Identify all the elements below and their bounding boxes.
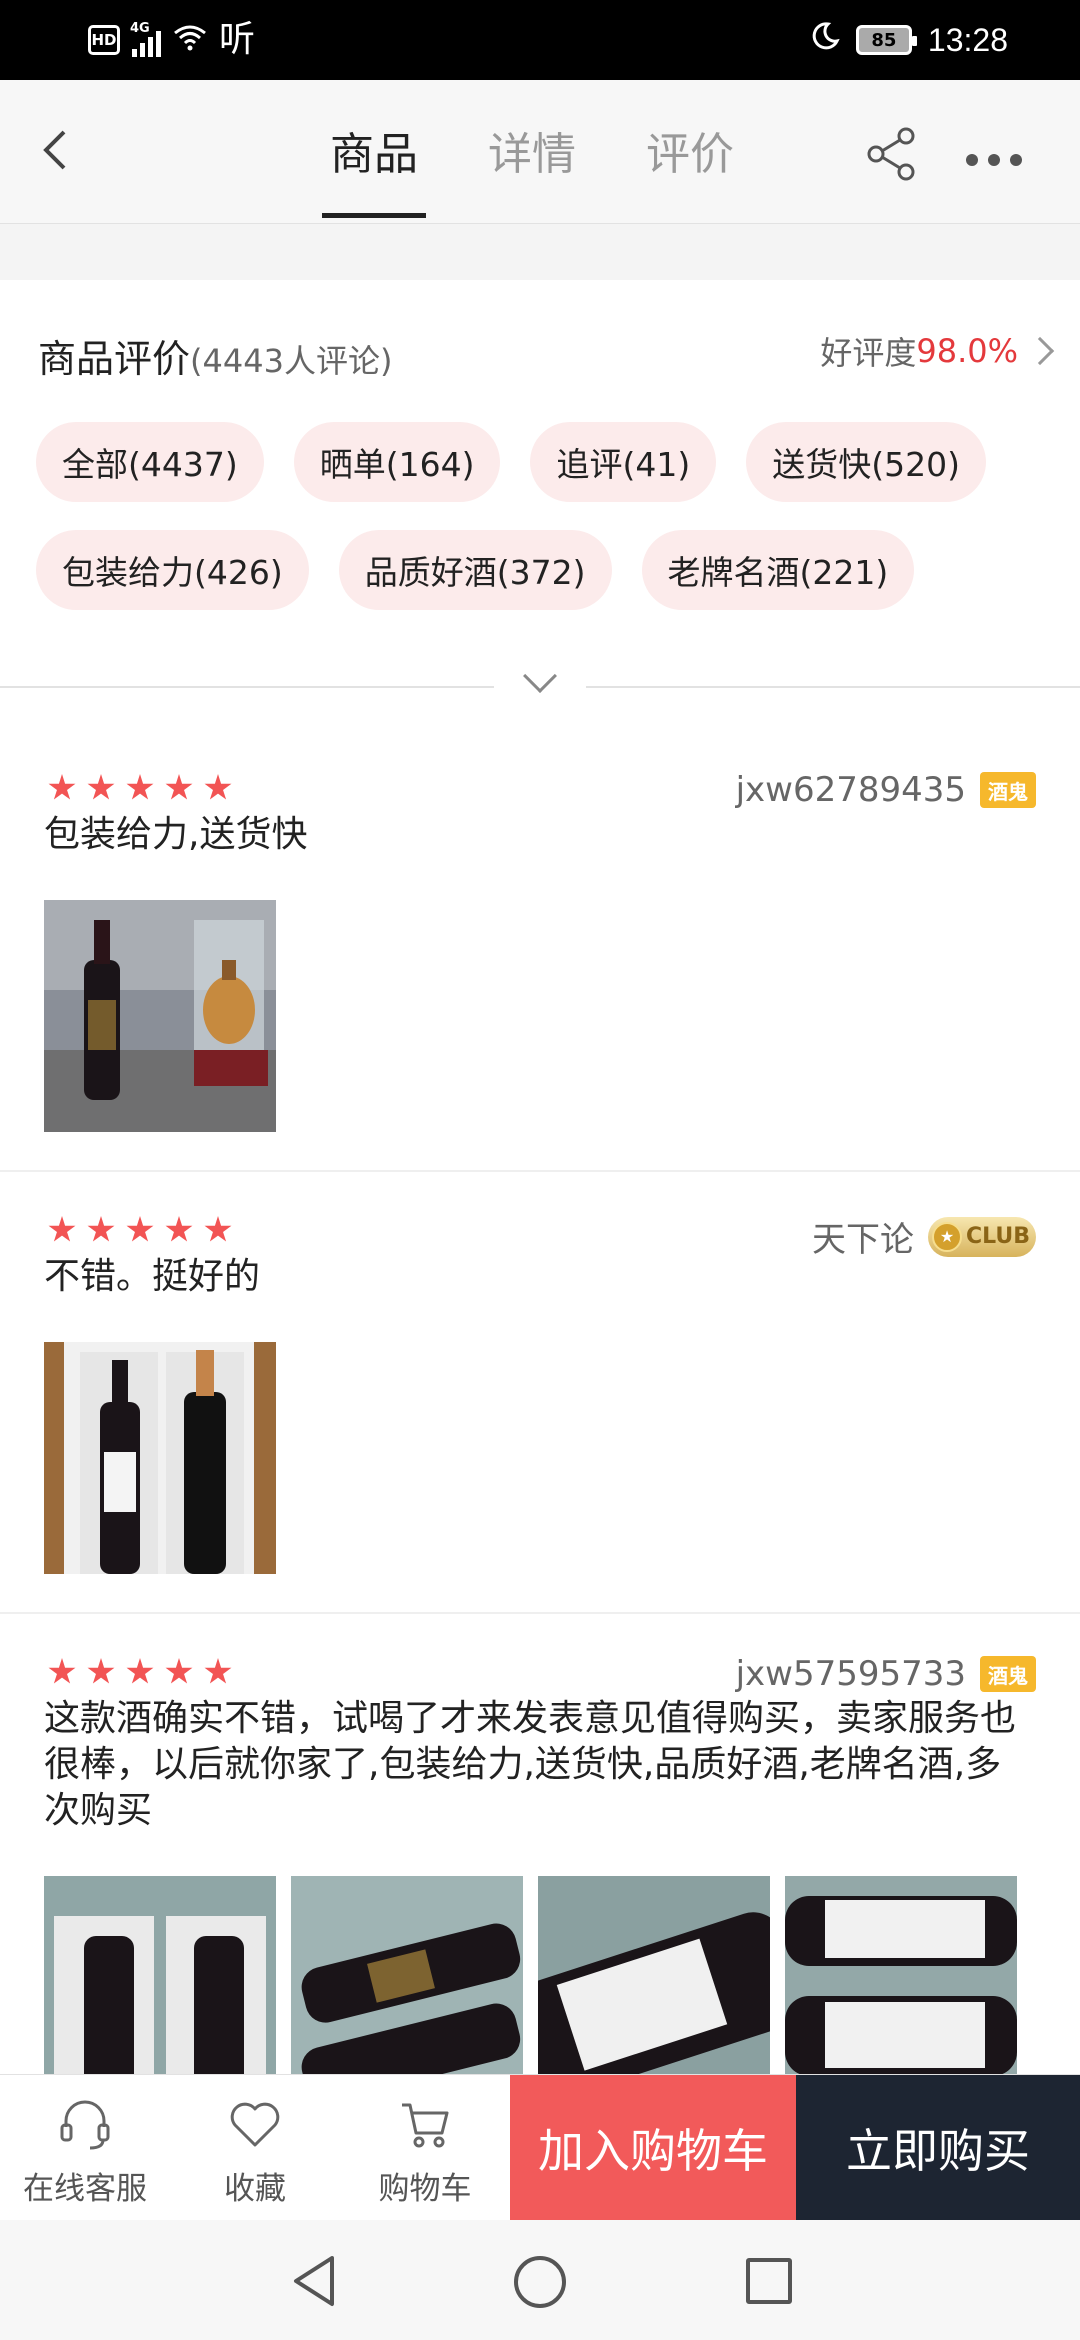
- review-item[interactable]: jxw62789435 酒鬼 包装给力,送货快: [0, 730, 1080, 1172]
- section-divider: [0, 224, 1080, 280]
- tag-fast-delivery[interactable]: 送货快(520): [746, 422, 986, 502]
- star-icon: [165, 774, 193, 800]
- star-icon: [204, 1658, 232, 1684]
- tab-reviews[interactable]: 评价: [646, 118, 734, 218]
- tab-details[interactable]: 详情: [488, 118, 576, 218]
- reviewer-name: jxw57595733: [735, 1654, 966, 1694]
- tag-famous-brand[interactable]: 老牌名酒(221): [641, 530, 915, 610]
- star-rating: [48, 774, 232, 802]
- back-icon[interactable]: [28, 120, 88, 180]
- customer-service-label: 在线客服: [23, 2171, 147, 2207]
- expand-tags[interactable]: [0, 659, 1080, 724]
- star-icon: [126, 1216, 154, 1242]
- member-badge: 酒鬼: [980, 772, 1036, 808]
- star-icon: [204, 1216, 232, 1242]
- system-recents-icon[interactable]: [746, 2258, 792, 2304]
- customer-service-button[interactable]: 在线客服: [0, 2075, 170, 2220]
- favorite-button[interactable]: 收藏: [170, 2075, 340, 2220]
- rating-link[interactable]: 好评度 98.0%: [820, 328, 1055, 374]
- tag-photos[interactable]: 晒单(164): [293, 422, 501, 502]
- network-type: 4G: [130, 21, 150, 36]
- status-right: 85 13:28: [810, 14, 1008, 66]
- reviewer: jxw57595733 酒鬼: [736, 1654, 1036, 1694]
- star-rating: [48, 1216, 232, 1244]
- app-notification-icon: 听: [219, 19, 256, 60]
- rating-value: 98.0%: [916, 332, 1018, 370]
- tag-quality-wine[interactable]: 品质好酒(372): [338, 530, 612, 610]
- cart-icon: [402, 2103, 449, 2148]
- star-icon: [87, 1216, 115, 1242]
- share-icon[interactable]: [862, 124, 922, 184]
- star-icon: [48, 1658, 76, 1684]
- cart-button[interactable]: 购物车: [340, 2075, 510, 2220]
- add-to-cart-button[interactable]: 加入购物车: [510, 2075, 796, 2220]
- star-icon: [87, 1658, 115, 1684]
- chevron-down-icon: [523, 659, 557, 693]
- status-bar: HD 4G 听 85 13:28: [0, 0, 1080, 80]
- star-icon: [87, 774, 115, 800]
- review-photo[interactable]: [44, 900, 276, 1132]
- review-item[interactable]: 天下论 ★ CLUB 不错。挺好的: [0, 1172, 1080, 1614]
- tab-product[interactable]: 商品: [322, 118, 426, 218]
- buy-now-button[interactable]: 立即购买: [796, 2075, 1080, 2220]
- star-icon: [165, 1658, 193, 1684]
- star-icon: [126, 774, 154, 800]
- reviewer-name: jxw62789435: [735, 770, 966, 810]
- review-text: 不错。挺好的: [44, 1256, 261, 1297]
- medal-icon: ★: [932, 1221, 962, 1252]
- tab-bar: 商品 详情 评价: [322, 118, 734, 218]
- review-text: 包装给力,送货快: [44, 814, 308, 855]
- system-home-icon[interactable]: [514, 2256, 566, 2308]
- review-count: (4443人评论): [190, 342, 393, 380]
- tag-all[interactable]: 全部(4437): [36, 422, 264, 502]
- moon-icon: [810, 21, 840, 59]
- star-icon: [126, 1658, 154, 1684]
- star-rating: [48, 1658, 232, 1686]
- battery-icon: 85: [855, 25, 917, 55]
- star-icon: [48, 1216, 76, 1242]
- review-heading: 商品评价(4443人评论): [38, 328, 392, 383]
- club-badge: ★ CLUB: [928, 1216, 1036, 1257]
- club-badge-label: CLUB: [966, 1224, 1031, 1249]
- review-photos: [44, 1342, 276, 1574]
- tag-good-packaging[interactable]: 包装给力(426): [36, 530, 309, 610]
- headset-icon: [60, 2100, 110, 2150]
- heart-icon: [230, 2102, 280, 2147]
- bottom-action-bar: 在线客服 收藏 购物车 加入购物车 立即购买: [0, 2074, 1080, 2220]
- clock: 13:28: [927, 21, 1008, 58]
- favorite-label: 收藏: [224, 2171, 286, 2207]
- member-badge: 酒鬼: [980, 1656, 1036, 1692]
- star-icon: [165, 1216, 193, 1242]
- cart-label: 购物车: [378, 2171, 472, 2207]
- star-icon: [48, 774, 76, 800]
- review-heading-label: 商品评价: [38, 337, 191, 381]
- review-photos: [44, 900, 276, 1132]
- review-item[interactable]: jxw57595733 酒鬼 这款酒确实不错，试喝了才来发表意见值得购买，卖家服…: [0, 1614, 1080, 2108]
- wifi-icon: [173, 23, 207, 57]
- signal-icon: 4G: [130, 21, 161, 57]
- reviewer: jxw62789435 酒鬼: [736, 770, 1036, 810]
- review-photo[interactable]: [44, 1342, 276, 1574]
- system-nav-bar: [0, 2220, 1080, 2340]
- system-back-icon[interactable]: [290, 2254, 338, 2308]
- rating-label: 好评度: [820, 334, 917, 372]
- tag-followup[interactable]: 追评(41): [530, 422, 717, 502]
- status-left: HD 4G 听: [88, 18, 255, 62]
- review-text: 这款酒确实不错，试喝了才来发表意见值得购买，卖家服务也很棒，以后就你家了,包装给…: [44, 1698, 1017, 1831]
- star-icon: [204, 774, 232, 800]
- hd-icon: HD: [88, 25, 120, 55]
- chevron-right-icon: [1025, 336, 1055, 366]
- more-icon[interactable]: [966, 154, 1022, 166]
- top-nav: 商品 详情 评价: [0, 80, 1080, 224]
- filter-tags: 全部(4437) 晒单(164) 追评(41) 送货快(520) 包装给力(42…: [36, 422, 1046, 610]
